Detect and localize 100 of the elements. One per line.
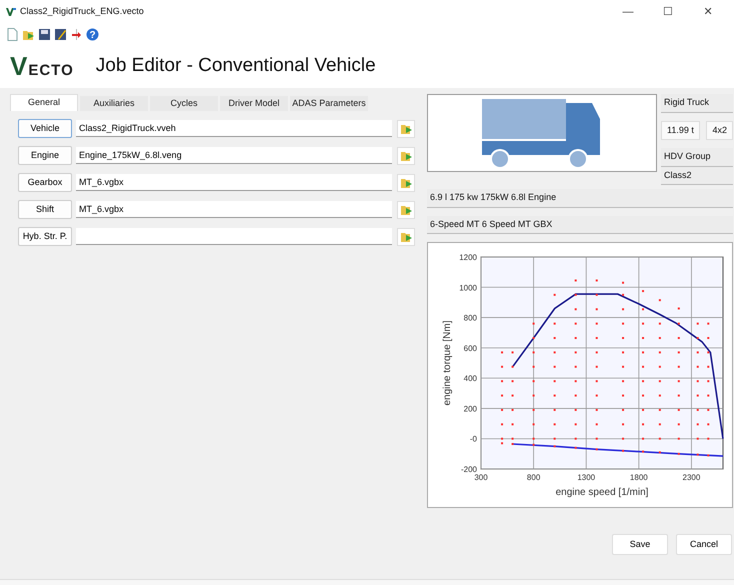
data-point xyxy=(554,351,556,354)
maximize-button[interactable]: ☐ xyxy=(648,4,688,20)
tab[interactable]: General xyxy=(10,94,78,111)
data-point xyxy=(696,394,699,397)
data-point xyxy=(622,366,624,368)
save-as-icon[interactable] xyxy=(54,28,67,40)
y-tick-label: 400 xyxy=(464,374,477,384)
data-point xyxy=(574,322,577,325)
data-point xyxy=(658,380,661,382)
save-icon[interactable] xyxy=(38,28,51,40)
data-point xyxy=(574,308,577,310)
data-point xyxy=(658,438,661,440)
data-point xyxy=(532,423,535,426)
x-tick-label: 1300 xyxy=(577,473,596,482)
vehicle-mass: 11.99 t xyxy=(661,120,700,140)
data-point xyxy=(642,394,644,397)
file-button[interactable]: Shift xyxy=(18,200,72,219)
data-point xyxy=(707,454,710,456)
help-icon[interactable]: ? xyxy=(86,28,99,40)
data-point xyxy=(501,366,504,368)
minimize-button[interactable]: — xyxy=(608,4,648,20)
data-point xyxy=(707,337,710,340)
data-point xyxy=(554,294,556,296)
data-point xyxy=(501,423,504,426)
data-point xyxy=(532,444,535,446)
axle-configuration: 4x2 xyxy=(706,120,733,140)
data-point xyxy=(658,423,661,426)
data-point xyxy=(574,294,577,296)
data-point xyxy=(696,337,699,340)
data-point xyxy=(622,423,624,426)
browse-button[interactable] xyxy=(397,146,415,164)
data-point xyxy=(622,380,624,382)
data-point xyxy=(574,446,577,449)
close-button[interactable]: ✕ xyxy=(688,4,728,20)
data-point xyxy=(532,366,535,368)
browse-button[interactable] xyxy=(397,228,415,246)
data-point xyxy=(642,322,644,325)
data-point xyxy=(574,351,577,354)
data-point xyxy=(622,438,624,440)
data-point xyxy=(642,438,644,440)
data-point xyxy=(622,308,624,310)
folder-icon xyxy=(400,150,412,160)
data-point xyxy=(554,322,556,325)
tab[interactable]: Driver Model xyxy=(220,96,288,111)
file-button[interactable]: Hyb. Str. P. xyxy=(18,227,72,246)
folder-icon xyxy=(400,232,412,242)
data-point xyxy=(532,408,535,411)
x-tick-label: 300 xyxy=(474,473,488,482)
data-point xyxy=(554,445,556,448)
y-tick-label: -0 xyxy=(470,434,477,444)
exit-icon[interactable] xyxy=(70,28,83,40)
data-point xyxy=(554,408,556,411)
new-document-icon[interactable] xyxy=(6,28,19,40)
x-axis-title: engine speed [1/min] xyxy=(556,487,648,498)
tab[interactable]: Auxiliaries xyxy=(80,96,148,111)
dialog-button[interactable]: Save xyxy=(612,534,668,555)
data-point xyxy=(501,351,504,354)
y-tick-label: -200 xyxy=(460,465,477,474)
data-point xyxy=(596,279,598,282)
data-point xyxy=(696,366,699,368)
data-point xyxy=(596,380,598,382)
data-point xyxy=(642,290,644,292)
data-point xyxy=(554,366,556,368)
data-point xyxy=(596,408,598,411)
data-point xyxy=(678,337,680,340)
data-point xyxy=(512,408,514,411)
file-button[interactable]: Engine xyxy=(18,146,72,165)
data-point xyxy=(596,308,598,310)
hdv-group-value: Class2 xyxy=(661,166,733,185)
data-point xyxy=(658,351,661,354)
tab[interactable]: Cycles xyxy=(150,96,218,111)
data-point xyxy=(512,443,514,446)
browse-button[interactable] xyxy=(397,120,415,138)
browse-button[interactable] xyxy=(397,174,415,192)
file-field[interactable] xyxy=(76,228,392,245)
file-field[interactable]: Engine_175kW_6.8l.veng xyxy=(76,147,392,164)
file-field[interactable]: Class2_RigidTruck.vveh xyxy=(76,120,392,137)
data-point xyxy=(678,438,680,440)
data-point xyxy=(678,408,680,411)
y-tick-label: 200 xyxy=(464,404,477,414)
data-point xyxy=(554,337,556,340)
tab[interactable]: ADAS Parameters xyxy=(290,96,368,111)
data-point xyxy=(554,394,556,397)
file-button[interactable]: Vehicle xyxy=(18,119,72,138)
data-point xyxy=(574,337,577,340)
dialog-button[interactable]: Cancel xyxy=(676,534,732,555)
file-button[interactable]: Gearbox xyxy=(18,173,72,192)
app-icon xyxy=(6,7,16,17)
data-point xyxy=(642,450,644,453)
x-tick-label: 1800 xyxy=(630,473,648,482)
data-point xyxy=(678,380,680,382)
data-point xyxy=(532,394,535,397)
data-point xyxy=(658,337,661,340)
data-point xyxy=(707,408,710,411)
file-field[interactable]: MT_6.vgbx xyxy=(76,174,392,191)
file-field[interactable]: MT_6.vgbx xyxy=(76,201,392,218)
data-point xyxy=(678,307,680,310)
browse-button[interactable] xyxy=(397,200,415,218)
x-tick-label: 800 xyxy=(526,473,540,482)
data-point xyxy=(658,366,661,368)
